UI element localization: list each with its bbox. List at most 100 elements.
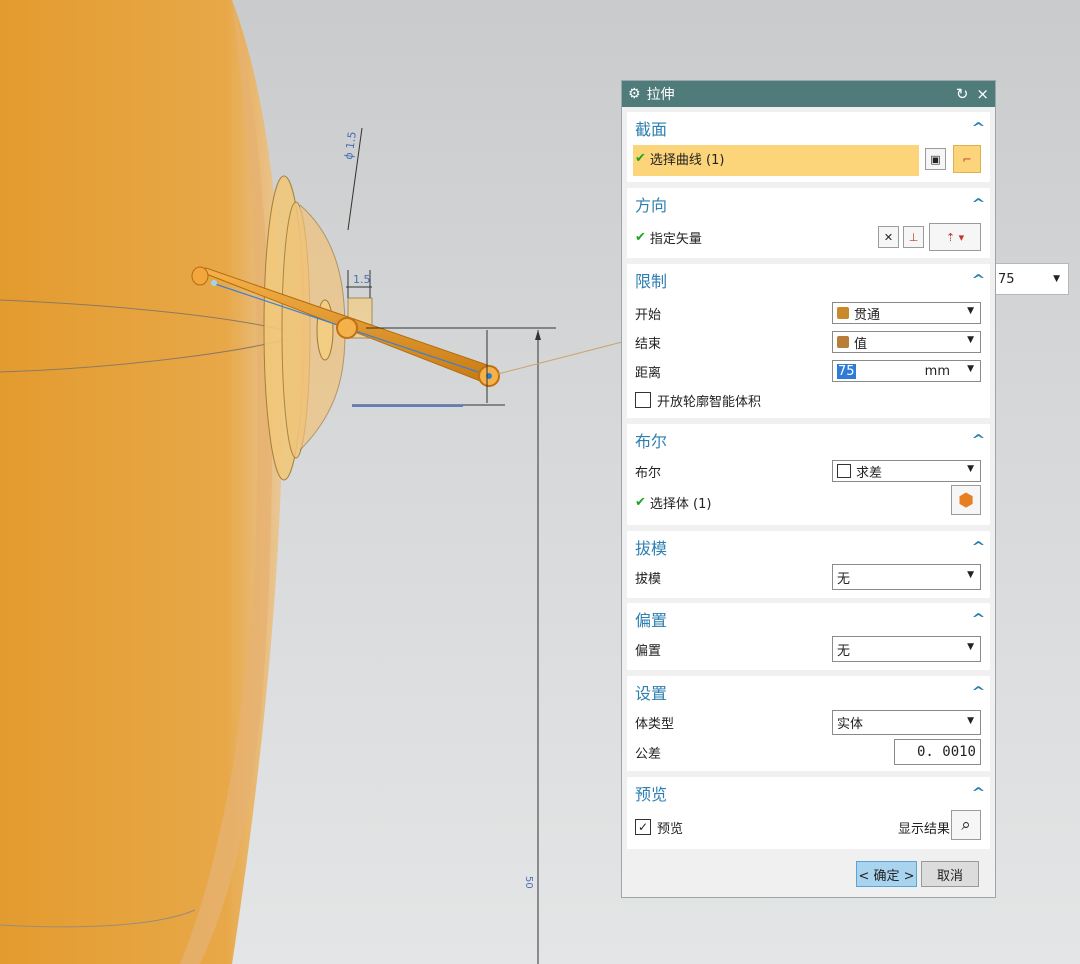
extrude-dialog: ⚙ 拉伸 ↻ × 截面 ^ ✔ 选择曲线 (1) ▣ ⌐ 方向 ^ ✔ 指定矢量… [621,80,996,898]
open-profile-label: 开放轮廓智能体积 [657,394,762,410]
draft-label: 拔模 [635,571,662,587]
ok-button[interactable]: < 确定 > [856,861,917,887]
boolean-title: 布尔 [635,432,668,451]
chevron-up-icon[interactable]: ^ [971,197,985,212]
rod-end-left [191,266,209,286]
specify-vector-row[interactable]: ✔ 指定矢量 ✕ ⊥ ⇡ ▾ [627,223,990,251]
reset-icon[interactable]: ↻ [956,85,969,103]
offset-row: 偏置 无 ▼ [627,635,990,663]
dim-arrow [535,330,541,340]
dim-vertical-text[interactable]: 50 [523,876,534,889]
chevron-up-icon[interactable]: ^ [971,786,985,801]
open-profile-row[interactable]: 开放轮廓智能体积 [627,386,990,414]
tolerance-input[interactable]: 0. 0010 [894,739,981,765]
show-result-label[interactable]: 显示结果 [898,818,950,837]
boolean-label: 布尔 [635,465,662,481]
vector-selector-icon[interactable]: ⇡ ▾ [929,223,981,251]
direction-header[interactable]: 方向 ^ [627,188,990,220]
settings-group: 设置 ^ 体类型 实体 ▼ 公差 0. 0010 [627,676,990,771]
distance-input[interactable]: 75 mm ▼ [832,360,981,382]
preview-label: 预览 [657,821,684,837]
end-label: 结束 [635,336,662,352]
dim-small-text[interactable]: 1.5 [353,273,371,286]
end-value: 值 [854,336,868,352]
chevron-up-icon[interactable]: ^ [971,540,985,555]
select-curve-row[interactable]: ✔ 选择曲线 (1) ▣ ⌐ [627,144,990,176]
distance-label: 距离 [635,365,662,381]
value-icon [837,336,849,348]
start-value: 贯通 [854,307,881,323]
vector-dialog-icon[interactable]: ⊥ [903,226,924,248]
settings-header[interactable]: 设置 ^ [627,676,990,708]
open-profile-checkbox[interactable] [635,392,651,408]
limits-header[interactable]: 限制 ^ [627,264,990,296]
boolean-header[interactable]: 布尔 ^ [627,424,990,456]
chevron-down-icon: ▼ [967,570,974,580]
preview-row: ✓ 预览 显示结果 ⌕ [627,810,990,841]
distance-value: 75 [837,363,856,379]
offset-header[interactable]: 偏置 ^ [627,603,990,635]
dialog-titlebar[interactable]: ⚙ 拉伸 ↻ × [622,81,995,107]
body-type-select[interactable]: 实体 ▼ [832,710,981,735]
leader-line [497,341,623,375]
section-group: 截面 ^ ✔ 选择曲线 (1) ▣ ⌐ [627,112,990,182]
preview-checkbox[interactable]: ✓ [635,819,651,835]
start-select[interactable]: 贯通 ▼ [832,302,981,324]
close-icon[interactable]: × [976,85,989,103]
limits-title: 限制 [635,272,668,291]
start-label: 开始 [635,307,662,323]
boolean-group: 布尔 ^ 布尔 求差 ▼ ✔ 选择体 (1) ⬢ [627,424,990,525]
draft-select[interactable]: 无 ▼ [832,564,981,590]
boolean-select[interactable]: 求差 ▼ [832,460,981,482]
tolerance-row: 公差 0. 0010 [627,738,990,766]
chevron-up-icon[interactable]: ^ [971,273,985,288]
curve-icon[interactable]: ⌐ [953,145,981,173]
chevron-down-icon: ▼ [967,464,974,474]
chevron-down-icon: ▼ [967,642,974,652]
preview-group: 预览 ^ ✓ 预览 显示结果 ⌕ [627,777,990,849]
draft-header[interactable]: 拔模 ^ [627,531,990,563]
chevron-up-icon[interactable]: ^ [971,121,985,136]
chevron-up-icon[interactable]: ^ [971,612,985,627]
through-all-icon [837,307,849,319]
sketch-section-icon[interactable]: ▣ [925,148,946,170]
cancel-button[interactable]: 取消 [921,861,979,887]
floating-distance-input[interactable]: 75 ▼ [993,263,1069,295]
select-body-row[interactable]: ✔ 选择体 (1) ⬢ [627,485,990,516]
preview-title: 预览 [635,785,668,804]
body-type-value: 实体 [837,717,864,732]
direction-title: 方向 [635,196,668,215]
distance-unit[interactable]: mm [925,364,950,379]
distance-row: 距离 75 mm ▼ [627,357,990,385]
floating-distance-value: 75 [998,271,1015,287]
check-icon: ✔ [635,494,646,510]
boolean-row: 布尔 求差 ▼ [627,457,990,485]
selected-circle[interactable] [336,317,358,339]
section-title: 截面 [635,120,668,139]
section-header[interactable]: 截面 ^ [627,112,990,144]
solid-body-icon[interactable]: ⬢ [951,485,981,515]
dialog-title: 拉伸 [646,87,675,103]
offset-label: 偏置 [635,643,662,659]
select-curve-label: 选择曲线 (1) [649,152,725,168]
chevron-down-icon: ▼ [967,716,974,726]
dim-dia-text[interactable]: ϕ 1.5 [342,131,359,161]
check-icon: ✔ [635,150,646,166]
search-icon[interactable]: ⌕ [951,810,981,840]
chevron-down-icon: ▼ [967,364,974,374]
gear-icon: ⚙ [628,86,641,102]
offset-select[interactable]: 无 ▼ [832,636,981,662]
draft-title: 拔模 [635,539,668,558]
settings-title: 设置 [635,684,668,703]
draft-group: 拔模 ^ 拔模 无 ▼ [627,531,990,598]
direction-group: 方向 ^ ✔ 指定矢量 ✕ ⊥ ⇡ ▾ [627,188,990,258]
reverse-direction-icon[interactable]: ✕ [878,226,899,248]
preview-header[interactable]: 预览 ^ [627,777,990,809]
specify-vector-label: 指定矢量 [649,231,702,247]
end-select[interactable]: 值 ▼ [832,331,981,353]
limits-group: 限制 ^ 开始 贯通 ▼ 结束 值 ▼ 距离 75 mm ▼ 开放轮廓智能体积 [627,264,990,418]
subtract-icon [837,464,851,478]
chevron-up-icon[interactable]: ^ [971,433,985,448]
chevron-up-icon[interactable]: ^ [971,685,985,700]
end-row: 结束 值 ▼ [627,328,990,356]
